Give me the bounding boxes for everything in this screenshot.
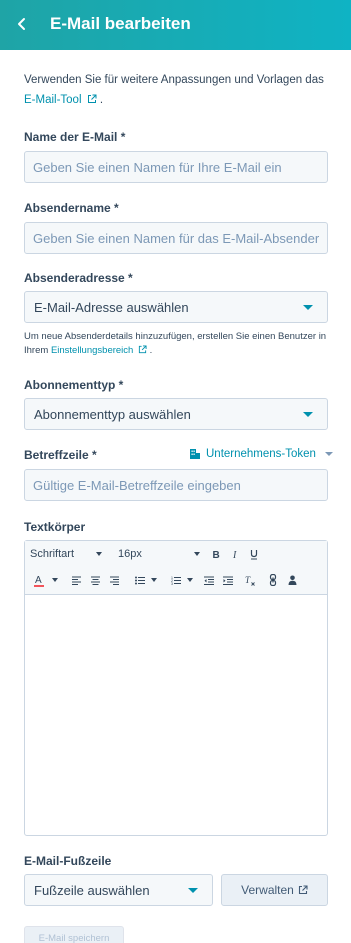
caret-down-icon	[324, 452, 333, 456]
company-token-dropdown[interactable]: Unternehmens-Token	[189, 448, 333, 460]
subscription-selected: Abonnementtyp auswählen	[34, 406, 191, 422]
caret-down-icon	[52, 578, 58, 582]
text-color-icon: A	[34, 575, 44, 587]
sender-hint: Um neue Absenderdetails hinzuzufügen, er…	[24, 331, 327, 356]
footer-selected: Fußzeile auswählen	[34, 882, 150, 898]
sender-name-field-wrapper	[24, 222, 328, 254]
email-name-field-wrapper	[24, 151, 328, 183]
subject-field[interactable]	[25, 470, 327, 500]
subject-label: Betreffzeile *	[24, 448, 97, 462]
sender-name-field[interactable]	[25, 223, 327, 253]
sender-name-label: Absendername *	[24, 201, 119, 215]
email-name-label: Name der E-Mail *	[24, 130, 126, 144]
align-right-icon[interactable]	[107, 570, 121, 590]
font-size-select[interactable]: 16px	[118, 544, 200, 564]
align-left-icon[interactable]	[69, 570, 83, 590]
caret-down-icon	[193, 552, 200, 556]
caret-down-icon	[187, 578, 193, 582]
manage-footer-label: Verwalten	[241, 883, 294, 897]
bulleted-list-dropdown[interactable]	[132, 570, 160, 590]
external-link-icon[interactable]	[138, 345, 147, 354]
link-icon[interactable]	[266, 570, 280, 590]
footer-label: E-Mail-Fußzeile	[24, 854, 112, 868]
external-link-icon[interactable]	[87, 94, 97, 104]
save-email-button[interactable]: E-Mail speichern	[24, 926, 124, 943]
indent-icon[interactable]	[221, 570, 235, 590]
rich-text-editor: Schriftart 16px B I A 123 T	[24, 540, 328, 836]
sender-address-label: Absenderadresse *	[24, 271, 133, 285]
numbered-list-icon: 123	[171, 576, 181, 585]
caret-down-icon	[303, 305, 313, 310]
italic-icon[interactable]: I	[228, 544, 242, 564]
font-family-select[interactable]: Schriftart	[30, 544, 112, 564]
sender-address-selected: E-Mail-Adresse auswählen	[34, 299, 189, 315]
svg-text:T: T	[245, 575, 251, 585]
manage-footer-button[interactable]: Verwalten	[221, 874, 328, 906]
company-token-label: Unternehmens-Token	[206, 448, 316, 460]
editor-content-area[interactable]	[25, 596, 327, 835]
caret-down-icon	[151, 578, 157, 582]
bulleted-list-icon	[135, 576, 145, 584]
toolbar-row-2: A 123 T	[25, 567, 327, 593]
align-center-icon[interactable]	[88, 570, 102, 590]
underline-icon[interactable]	[247, 544, 261, 564]
panel-header: E-Mail bearbeiten	[0, 0, 351, 50]
building-icon	[190, 449, 200, 459]
email-name-field[interactable]	[25, 152, 327, 182]
caret-down-icon	[188, 888, 198, 893]
numbered-list-dropdown[interactable]: 123	[168, 570, 196, 590]
chevron-left-icon[interactable]	[12, 14, 32, 34]
email-tool-link[interactable]: E-Mail-Tool	[24, 94, 82, 106]
outdent-icon[interactable]	[202, 570, 216, 590]
personalize-contact-icon[interactable]	[285, 570, 299, 590]
save-email-label: E-Mail speichern	[38, 933, 110, 943]
text-color-picker[interactable]: A	[31, 570, 61, 590]
svg-text:A: A	[35, 575, 42, 586]
sender-address-select[interactable]: E-Mail-Adresse auswählen	[24, 291, 328, 323]
bold-icon[interactable]: B	[209, 544, 223, 564]
caret-down-icon	[96, 552, 103, 556]
subject-field-wrapper	[24, 469, 328, 501]
editor-toolbar: Schriftart 16px B I A 123 T	[25, 541, 327, 595]
intro-text: Verwenden Sie für weitere Anpassungen un…	[24, 74, 324, 106]
caret-down-icon	[303, 412, 313, 417]
panel-title: E-Mail bearbeiten	[50, 14, 191, 33]
subscription-select[interactable]: Abonnementtyp auswählen	[24, 398, 328, 430]
svg-text:3: 3	[171, 582, 173, 585]
external-link-icon	[298, 885, 308, 895]
svg-text:B: B	[213, 550, 220, 559]
footer-select[interactable]: Fußzeile auswählen	[24, 874, 213, 906]
body-label: Textkörper	[24, 520, 86, 534]
svg-text:I: I	[232, 550, 237, 559]
clear-formatting-icon[interactable]: T	[243, 570, 257, 590]
subscription-label: Abonnementtyp *	[24, 378, 124, 392]
settings-link[interactable]: Einstellungsbereich	[51, 345, 133, 356]
toolbar-row-1: Schriftart 16px B I	[25, 541, 327, 567]
